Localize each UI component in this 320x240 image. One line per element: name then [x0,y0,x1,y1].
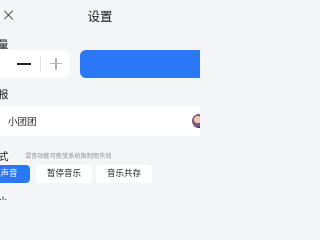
report-target-card[interactable]: 小团团 [0,106,200,136]
avatar [192,114,200,128]
mode-option-music-coexist[interactable]: 音乐共存 [96,165,152,183]
confirm-button[interactable] [80,50,200,78]
quantity-stepper [0,50,70,78]
decrement-button[interactable] [10,50,38,78]
mode-section-label: 式 [0,151,9,163]
next-section-label: 小 [0,193,8,200]
page-title: 设置 [87,9,113,24]
mode-option-sound[interactable]: 声音 [0,165,30,183]
minus-icon [17,63,31,65]
mode-hint: 混音功能可能受系统限制而失效 [25,153,112,160]
increment-button[interactable] [42,50,70,78]
stepper-divider [40,56,41,72]
report-section-label: 报 [0,89,9,101]
report-target-name: 小团团 [8,117,37,128]
mode-option-pause-music[interactable]: 暂停音乐 [36,165,92,183]
settings-page: 设置 量 报 小团团 式 混音功能可能受系统限制而失效 声音 暂停音乐 音乐共存… [0,0,200,200]
